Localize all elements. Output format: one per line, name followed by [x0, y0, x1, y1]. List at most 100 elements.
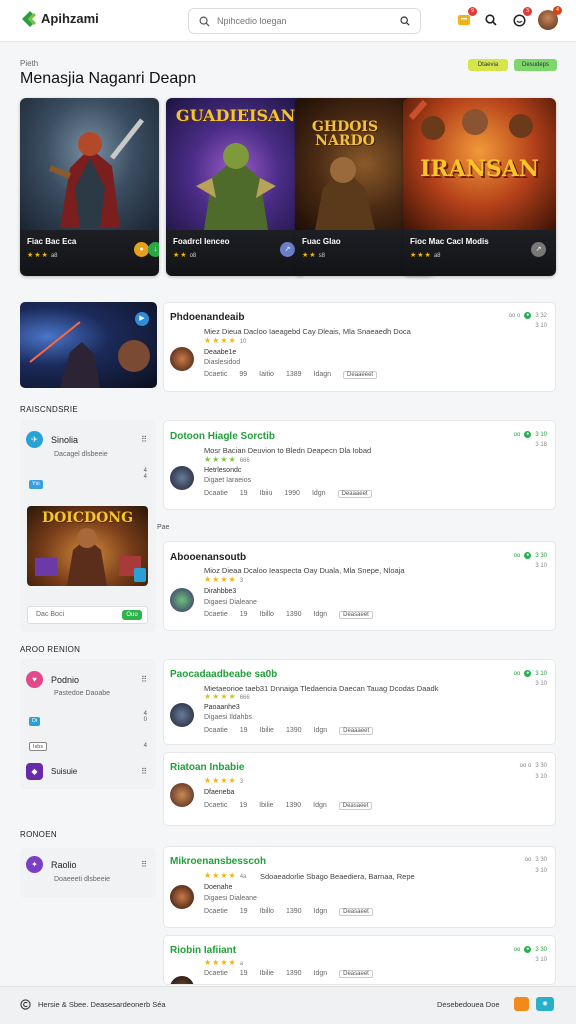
card-tag-2[interactable]: Deaaaeet [337, 490, 372, 498]
card-avatar-1[interactable] [170, 347, 194, 371]
meta-item: Idgn [313, 802, 327, 809]
card-author-3[interactable]: Dirahbbe3 [204, 588, 236, 595]
meta-item: 1990 [284, 490, 300, 497]
promo-banner[interactable]: DOICDONG [27, 506, 148, 586]
card-rating-value-6: 4a [239, 874, 247, 880]
logo-text: Apihzami [41, 11, 99, 26]
section-label-2: AROO RENION [20, 645, 81, 654]
card-tag-7[interactable]: Deasaeet [339, 970, 373, 978]
meta-item: Ibilie [259, 727, 274, 734]
card-avatar-4[interactable] [170, 703, 194, 727]
card-tag-6[interactable]: Deasaeet [339, 908, 373, 916]
card-title-6[interactable]: Mikroenansbesscoh [170, 856, 266, 867]
card-tag-3[interactable]: Deasaeet [339, 611, 373, 619]
breadcrumb[interactable]: Pieth [20, 59, 38, 68]
card-stats-2: oo ● 3 10 [514, 431, 547, 438]
side-panel-1: ✈ Sinolia Dacagel dlsbeeie ⠿ Ysi 44 DOIC… [20, 420, 156, 632]
user-avatar[interactable]: 4 [538, 6, 562, 30]
stat-a: oo [524, 857, 532, 863]
side-mini-badge-2[interactable]: Di [29, 717, 41, 726]
stat-a: oo [513, 431, 521, 438]
card-title-7[interactable]: Riobin Iafiiant [170, 945, 236, 956]
card-tag-1[interactable]: Deaaeeet [343, 371, 378, 379]
game-card-3[interactable]: Abooenansoutb Mioz Dieaa Dcaloo Ieaspect… [163, 541, 556, 631]
featured-action-button-1[interactable]: ● [134, 242, 149, 257]
card-title-1[interactable]: Phdoenandeaib [170, 312, 244, 323]
filter-pill-a[interactable]: Dtaevia [468, 59, 508, 71]
side-mini-badge-1[interactable]: Ysi [29, 480, 43, 489]
logo[interactable]: Apihzami [18, 9, 99, 29]
card-stats-1: oo o ● 3 32 [509, 312, 547, 319]
footer-app-icon-2[interactable]: ◉ [536, 997, 554, 1011]
side-mini-badge-3[interactable]: Isbs [29, 742, 48, 751]
card-tag-4[interactable]: Deaaaeet [339, 727, 374, 735]
footer-right-text[interactable]: Desebedouea Doe [437, 1000, 500, 1009]
search-icon [199, 16, 210, 27]
game-card-7[interactable]: Riobin Iafiiant ★★★★ a Dcaetie 19 Ibilie 139… [163, 935, 556, 985]
card-avatar-6[interactable] [170, 885, 194, 909]
featured-card-4[interactable]: IRANSAN Fioc Mac Cacl Modis ★★★ a8 ↗ [403, 98, 556, 276]
stat-b: 3 30 [535, 552, 547, 559]
game-card-4[interactable]: Paocadaadbeabe sa0b Mietaeorioe taeb31 D… [163, 659, 556, 745]
card-desc-2: Mosr Bacian Deuvion to Bledn Deapecn Dla… [204, 446, 372, 455]
mid-label: Pae [157, 524, 170, 531]
card-title-4[interactable]: Paocadaadbeabe sa0b [170, 669, 277, 680]
card-author-2[interactable]: Hetrlesondc [204, 467, 241, 474]
section-label-1: RAISCNDSRIE [20, 405, 78, 414]
card-avatar-2[interactable] [170, 466, 194, 490]
search-toggle-button[interactable] [483, 12, 499, 28]
card-tag-5[interactable]: Deasaeet [338, 802, 373, 810]
game-card-5[interactable]: Riatoan Inbabie ★★★★ 3 Dfaeneba Dcaetic 19… [163, 752, 556, 826]
side-item-3[interactable]: ◆ Suisuie [26, 763, 77, 780]
side-more-icon-3[interactable]: ⠿ [141, 767, 147, 776]
side-item-1[interactable]: ✈ Sinolia [26, 431, 78, 448]
card-title-2[interactable]: Dotoon Hiagle Sorctib [170, 431, 275, 442]
card-author-1[interactable]: Deaabe1e [204, 349, 236, 356]
card-title-5[interactable]: Riatoan Inbabie [170, 762, 244, 773]
featured-card-2[interactable]: GUADIEISAN Foadrcl Ienceo ★★ o8 ↗ [166, 98, 305, 276]
side-item-4[interactable]: ✦ Raolio [26, 856, 77, 873]
game-banner-1[interactable]: ▶ [20, 302, 157, 388]
search-bar[interactable] [188, 8, 421, 34]
side-item-2[interactable]: ♥ Podnio [26, 671, 79, 688]
card-sub-6: Digaesi Dialeane [204, 895, 257, 902]
card-author-4[interactable]: Paoaanhe3 [204, 704, 240, 711]
card-rating-4: ★★★★ 666 [204, 692, 250, 701]
search-submit-icon[interactable] [400, 16, 410, 26]
card-avatar-5[interactable] [170, 783, 194, 807]
beast-illustration [315, 157, 375, 230]
game-card-6[interactable]: Mikroenansbesscoh ★★★★ 4a Sdoaeadorlie Sb… [163, 846, 556, 928]
messages-button[interactable]: 3 [511, 7, 532, 28]
card-avatar-7[interactable] [170, 976, 194, 984]
card-avatar-3[interactable] [170, 588, 194, 612]
card-meta-5: Dcaetic 19 Ibilie 1390 Idgn Deasaeet [204, 802, 373, 810]
side-more-icon-2[interactable]: ⠿ [141, 675, 147, 684]
meta-item: Idgn [313, 970, 328, 977]
footer-app-icon-1[interactable] [514, 997, 529, 1011]
promo-button[interactable]: Ouo [122, 610, 142, 620]
featured-card-1[interactable]: Fiac Bac Eca ★★★ a8 ● ↓ [20, 98, 159, 276]
card-author-6[interactable]: Doenahe [204, 884, 232, 891]
featured-download-button-1[interactable]: ↓ [148, 242, 159, 257]
card-desc-6: Sdoaeadorlie Sbago Beaediera, Barnaa, Re… [260, 872, 415, 881]
side-item-name-2: Podnio [51, 674, 80, 685]
banner-play-icon[interactable]: ▶ [135, 312, 149, 326]
game-card-1[interactable]: Phdoenandeaib Miez Dieua Dacloo Iaeagebd… [163, 302, 556, 392]
search-input[interactable] [217, 16, 400, 26]
card-title-3[interactable]: Abooenansoutb [170, 552, 246, 563]
stat-a: oo [513, 670, 521, 677]
promo-input[interactable]: Dac Boci Ouo [27, 606, 148, 624]
card-author-5[interactable]: Dfaeneba [204, 789, 234, 796]
side-item-name-3: Suisuie [51, 767, 78, 776]
meta-item: 19 [239, 490, 248, 497]
card-stat-c-2: 3 18 [535, 442, 547, 448]
featured-footer-1: Fiac Bac Eca ★★★ a8 ● ↓ [20, 230, 159, 276]
notifications-button[interactable]: 9 [456, 7, 477, 28]
filter-pill-b[interactable]: Desudeps [514, 59, 557, 71]
featured-action-button-2[interactable]: ↗ [280, 242, 295, 257]
featured-action-button-4[interactable]: ↗ [531, 242, 546, 257]
game-card-2[interactable]: Dotoon Hiagle Sorctib Mosr Bacian Deuvio… [163, 420, 556, 510]
side-more-icon-4[interactable]: ⠿ [141, 860, 147, 869]
side-more-icon[interactable]: ⠿ [141, 435, 147, 444]
card-sub-4: Digaesi Ildahbs [204, 714, 252, 721]
